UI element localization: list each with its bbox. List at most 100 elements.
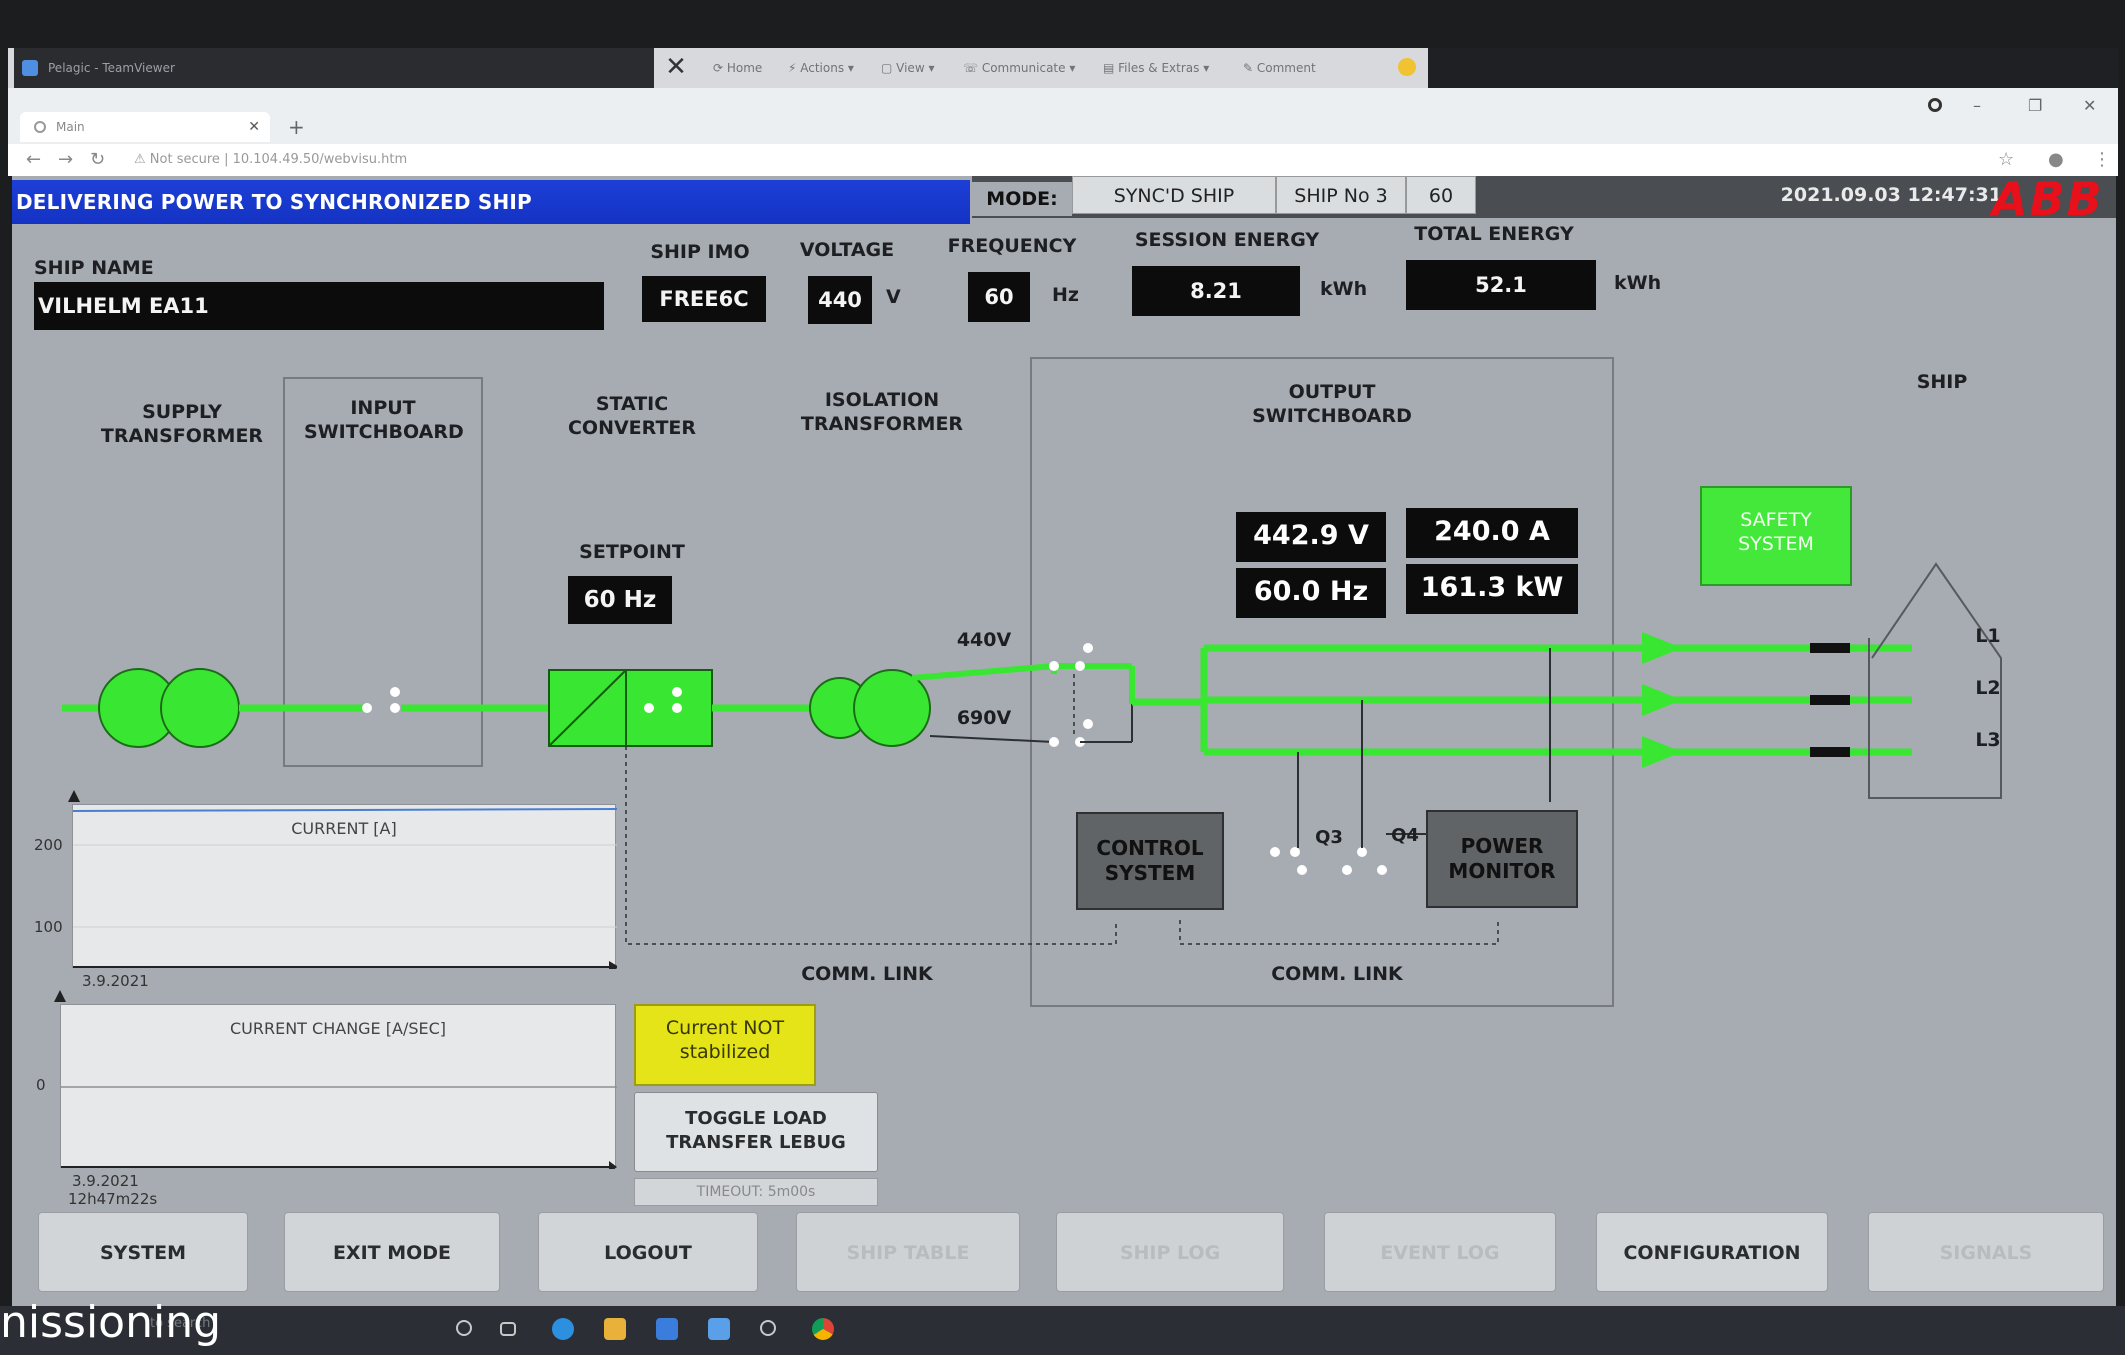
toolbar-comment[interactable]: ✎ Comment bbox=[1243, 48, 1316, 88]
safety-system-indicator: SAFETY SYSTEM bbox=[1700, 486, 1852, 586]
settings-gear-icon[interactable] bbox=[760, 1320, 776, 1336]
meter-frequency: 60.0 Hz bbox=[1236, 568, 1386, 618]
app-icon-1[interactable] bbox=[656, 1318, 678, 1340]
viewer-title-strip bbox=[1428, 48, 2118, 88]
task-view-icon[interactable] bbox=[500, 1322, 516, 1336]
menu-icon[interactable]: ⋮ bbox=[2093, 150, 2111, 170]
frequency-label: FREQUENCY bbox=[947, 235, 1077, 257]
q3-contact-b bbox=[1290, 847, 1300, 857]
supply-transformer-winding-2 bbox=[160, 668, 240, 748]
event-log-button[interactable]: EVENT LOG bbox=[1324, 1212, 1556, 1292]
back-icon[interactable]: ← bbox=[26, 150, 41, 170]
windows-taskbar bbox=[0, 1306, 2125, 1355]
current-change-date: 3.9.2021 bbox=[72, 1172, 139, 1190]
setpoint-label: SETPOINT bbox=[579, 541, 685, 563]
static-converter-label: STATIC CONVERTER bbox=[567, 393, 697, 439]
system-button[interactable]: SYSTEM bbox=[38, 1212, 248, 1292]
q4-contact-a bbox=[1342, 865, 1352, 875]
isolation-transformer-secondary bbox=[853, 669, 931, 747]
toolbar-view[interactable]: ▢ View ▾ bbox=[881, 48, 934, 88]
mode-tab-syncd-ship[interactable]: SYNC'D SHIP bbox=[1072, 176, 1276, 214]
input-breaker-contact-2 bbox=[390, 687, 400, 697]
current-change-y-arrow bbox=[54, 990, 66, 1002]
comm-link-left bbox=[625, 746, 1117, 945]
current-date: 3.9.2021 bbox=[82, 972, 149, 990]
address-bar[interactable]: ⚠ Not secure | 10.104.49.50/webvisu.htm bbox=[134, 150, 407, 170]
phase-l2-arrow bbox=[1642, 684, 1682, 716]
browser-chrome: Main ✕ + – ❐ ✕ ← → ↻ ⚠ Not secure | 10.1… bbox=[8, 88, 2118, 176]
comm-link-right-label: COMM. LINK bbox=[1271, 963, 1403, 985]
current-status-alarm: Current NOT stabilized bbox=[634, 1004, 816, 1086]
maximize-icon[interactable]: ❐ bbox=[2028, 96, 2042, 115]
close-window-icon[interactable]: ✕ bbox=[2083, 96, 2096, 115]
file-explorer-icon[interactable] bbox=[604, 1318, 626, 1340]
total-energy-label: TOTAL ENERGY bbox=[1414, 223, 1574, 245]
q3-label: Q3 bbox=[1315, 827, 1343, 848]
logout-button[interactable]: LOGOUT bbox=[538, 1212, 758, 1292]
ship-table-button[interactable]: SHIP TABLE bbox=[796, 1212, 1020, 1292]
voltage-value: 440 bbox=[808, 276, 872, 324]
profile-icon[interactable]: ● bbox=[2048, 150, 2064, 170]
current-change-time: 12h47m22s bbox=[68, 1190, 158, 1208]
total-energy-unit: kWh bbox=[1614, 272, 1662, 294]
cortana-icon[interactable] bbox=[456, 1320, 472, 1336]
forward-icon[interactable]: → bbox=[58, 150, 73, 170]
toolbar-actions[interactable]: ⚡ Actions ▾ bbox=[788, 48, 854, 88]
current-trend-plot bbox=[73, 808, 617, 969]
record-icon[interactable] bbox=[1928, 98, 1942, 112]
toolbar-communicate[interactable]: ☏ Communicate ▾ bbox=[963, 48, 1075, 88]
q4-contact-c bbox=[1377, 865, 1387, 875]
configuration-button[interactable]: CONFIGURATION bbox=[1596, 1212, 1828, 1292]
mode-tab-ship-no[interactable]: SHIP No 3 bbox=[1276, 176, 1406, 214]
current-x-arrow bbox=[609, 961, 617, 969]
exit-mode-button[interactable]: EXIT MODE bbox=[284, 1212, 500, 1292]
address-row: ← → ↻ ⚠ Not secure | 10.104.49.50/webvis… bbox=[8, 144, 2118, 176]
control-system-box[interactable]: CONTROL SYSTEM bbox=[1076, 812, 1224, 910]
power-monitor-box[interactable]: POWER MONITOR bbox=[1426, 810, 1578, 908]
comm-link-right bbox=[1179, 920, 1499, 945]
ship-label: SHIP bbox=[1916, 371, 1968, 393]
current-trend-line bbox=[73, 808, 617, 812]
teamviewer-task-icon[interactable] bbox=[708, 1318, 730, 1340]
current-change-x-arrow bbox=[609, 1161, 617, 1169]
frequency-value: 60 bbox=[968, 272, 1030, 322]
edge-browser-icon[interactable] bbox=[552, 1318, 574, 1340]
converter-breaker-contact-1 bbox=[644, 703, 654, 713]
tap-690-line bbox=[929, 735, 1055, 743]
hmi-panel: DELIVERING POWER TO SYNCHRONIZED SHIP MO… bbox=[12, 176, 2116, 1306]
url-text: 10.104.49.50/webvisu.htm bbox=[232, 152, 408, 167]
tap-440-line bbox=[911, 662, 1057, 681]
tap-440-label: 440V bbox=[956, 629, 1012, 651]
phase-l3-label: L3 bbox=[1975, 729, 2001, 751]
warning-icon: ⚠ bbox=[134, 152, 146, 167]
smiley-icon[interactable] bbox=[1398, 58, 1416, 76]
new-tab-button[interactable]: + bbox=[288, 112, 305, 142]
ship-log-button[interactable]: SHIP LOG bbox=[1056, 1212, 1284, 1292]
current-change-plot bbox=[61, 1086, 617, 1169]
mode-tab-frequency[interactable]: 60 bbox=[1406, 176, 1476, 214]
teamviewer-icon bbox=[22, 60, 38, 76]
timeout-indicator: TIMEOUT: 5m00s bbox=[634, 1178, 878, 1206]
phase-l3-arrow bbox=[1642, 736, 1682, 768]
bookmark-star-icon[interactable]: ☆ bbox=[1998, 150, 2014, 170]
static-converter-block bbox=[548, 669, 713, 747]
abb-logo: ABB bbox=[1992, 172, 2104, 226]
reload-icon[interactable]: ↻ bbox=[90, 150, 105, 170]
browser-tab[interactable]: Main ✕ bbox=[20, 112, 270, 142]
close-session-icon[interactable]: ✕ bbox=[663, 52, 689, 82]
current-trend-chart: CURRENT [A] bbox=[72, 804, 617, 969]
toolbar-files[interactable]: ▤ Files & Extras ▾ bbox=[1103, 48, 1209, 88]
supply-transformer-label: SUPPLY TRANSFORMER bbox=[100, 401, 264, 447]
toolbar-home[interactable]: ⟳ Home bbox=[713, 48, 762, 88]
minimize-icon[interactable]: – bbox=[1973, 96, 1981, 115]
chrome-icon[interactable] bbox=[812, 1318, 834, 1340]
current-change-tick-0: 0 bbox=[36, 1076, 46, 1094]
signals-button[interactable]: SIGNALS bbox=[1868, 1212, 2104, 1292]
total-energy-value: 52.1 bbox=[1406, 260, 1596, 310]
input-breaker-contact-1 bbox=[362, 703, 372, 713]
tap-690-contact-a bbox=[1049, 737, 1059, 747]
q3-contact-a bbox=[1270, 847, 1280, 857]
toggle-load-transfer-button[interactable]: TOGGLE LOAD TRANSFER LEBUG bbox=[634, 1092, 878, 1172]
phase-l2-label: L2 bbox=[1975, 677, 2001, 699]
close-tab-icon[interactable]: ✕ bbox=[248, 112, 260, 142]
